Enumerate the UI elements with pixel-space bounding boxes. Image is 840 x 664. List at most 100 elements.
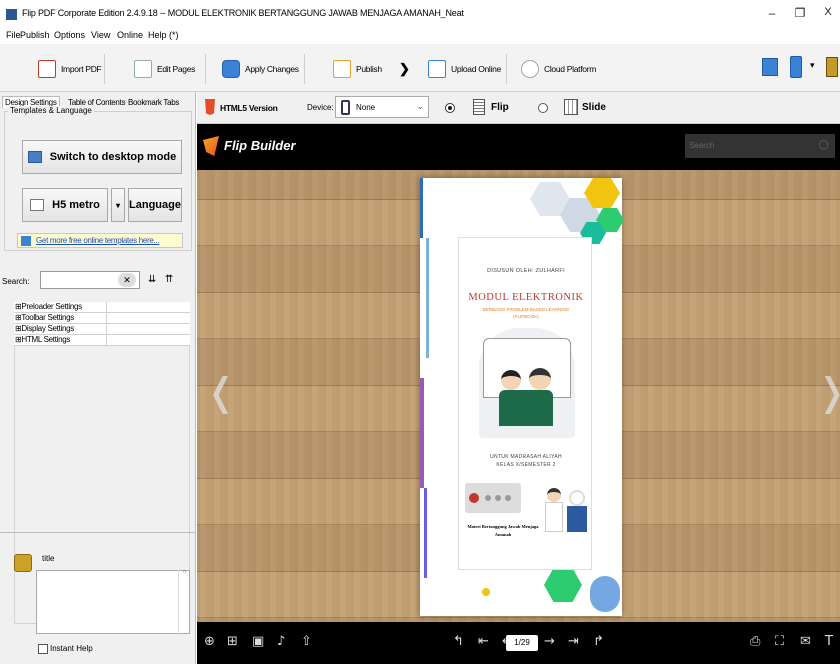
upload-online-label: Upload Online (451, 64, 501, 74)
book-icon (483, 338, 571, 398)
device-select-value: None (356, 103, 376, 112)
student-girl-icon (569, 490, 585, 506)
upload-online-button[interactable]: Upload Online (428, 58, 501, 80)
menu-bar: File Publish Options View Online Help (*… (0, 28, 840, 44)
preview-search-input[interactable]: Search ○ (685, 134, 835, 158)
share-icon[interactable]: ⇧ (301, 634, 312, 649)
instant-help-checkbox[interactable] (38, 644, 48, 654)
sort-asc-icon[interactable]: ⇈ (165, 274, 173, 285)
device-select[interactable]: None ⌄ (335, 96, 429, 118)
cover-materi1: Materi Bertanggung Jawab Menjaga (467, 524, 539, 529)
templates-group-label: Templates & Language (8, 106, 94, 115)
flipbuilder-logo-icon (203, 136, 219, 156)
student-girl-body (567, 506, 587, 532)
preloader-settings-row[interactable]: ⊞Preloader Settings (14, 302, 190, 313)
pdf-icon (38, 60, 56, 78)
fullscreen-icon[interactable]: ⛶ (775, 634, 784, 649)
display-settings-label: ⊞Display Settings (15, 324, 74, 333)
search-icon[interactable]: ○ (819, 137, 829, 151)
sound-icon[interactable]: ♪ (277, 634, 285, 649)
tab-bookmark-tabs[interactable]: Bookmark Tabs (128, 98, 179, 107)
toolbar-settings-row[interactable]: ⊞Toolbar Settings (14, 313, 190, 324)
edit-pages-button[interactable]: Edit Pages (134, 58, 195, 80)
help-icon (14, 554, 32, 572)
text-icon[interactable]: T (825, 634, 833, 649)
maximize-button[interactable]: ❐ (790, 6, 810, 20)
cover-illustration (479, 328, 575, 438)
html-settings-row[interactable]: ⊞HTML Settings (14, 335, 190, 346)
preview-search-placeholder: Search (689, 141, 715, 150)
film-icon[interactable] (826, 57, 838, 77)
help-textarea[interactable] (36, 570, 190, 634)
menu-help[interactable]: Help (*) (148, 30, 179, 40)
minimize-button[interactable]: – (762, 6, 782, 20)
edit-pages-icon (134, 60, 152, 78)
cover-subtitle2: (FLIPBOOK) (513, 314, 539, 319)
apply-changes-button[interactable]: Apply Changes (222, 58, 299, 80)
templates-group (4, 111, 192, 251)
student-boy-body (545, 502, 563, 532)
document-icon[interactable]: ▣ (252, 634, 264, 649)
boy-figure-icon (501, 370, 521, 390)
divider (0, 532, 196, 533)
redo-icon[interactable]: ↱ (593, 634, 604, 649)
close-button[interactable]: X (818, 6, 838, 18)
undo-icon[interactable]: ↰ (453, 634, 464, 649)
view-dropdown-icon[interactable]: ▾ (810, 60, 815, 71)
desktop-view-icon[interactable] (762, 58, 778, 76)
menu-file[interactable]: File (6, 30, 21, 40)
toolbar-settings-label: ⊞Toolbar Settings (15, 313, 74, 322)
slide-radio[interactable] (538, 103, 548, 113)
menu-options[interactable]: Options (54, 30, 85, 40)
menu-online[interactable]: Online (117, 30, 143, 40)
prev-page-arrow-icon[interactable]: ❬ (205, 370, 237, 414)
flip-radio[interactable] (445, 103, 455, 113)
publish-button[interactable]: Publish (333, 58, 382, 80)
switch-desktop-button[interactable]: Switch to desktop mode (22, 140, 182, 174)
next-page-arrow-icon[interactable]: ❭ (816, 370, 840, 414)
monitor-icon (27, 151, 42, 163)
brand-label: Flip Builder (224, 138, 296, 153)
flip-icon (473, 99, 485, 115)
thumbnails-icon[interactable]: ⊞ (227, 634, 238, 649)
print-icon[interactable]: ⎙ (750, 634, 760, 649)
switch-desktop-label: Switch to desktop mode (49, 151, 177, 163)
zoom-icon[interactable]: ⊕ (204, 634, 215, 649)
page-number-input[interactable]: 1/29 (506, 635, 538, 651)
edit-pages-label: Edit Pages (157, 64, 196, 74)
app-icon (6, 9, 17, 20)
import-pdf-button[interactable]: Import PDF (38, 58, 102, 80)
last-page-icon[interactable]: ⇥ (568, 634, 579, 649)
cover-author: DISUSUN OLEH: ZULHARFI (487, 268, 565, 274)
cover-subtitle1: BERBASIS PROBLEM BASED LEARNING (482, 307, 570, 312)
next-page-icon[interactable]: → (544, 634, 555, 649)
cover-title: MODUL ELEKTRONIK (468, 292, 584, 303)
mobile-view-icon[interactable] (790, 56, 802, 78)
template-dropdown-button[interactable]: ▾ (111, 188, 125, 222)
first-page-icon[interactable]: ⇤ (478, 634, 489, 649)
email-icon[interactable]: ✉ (800, 634, 811, 649)
cloud-platform-button[interactable]: Cloud Platform (521, 58, 596, 80)
girl-figure-icon (529, 368, 551, 390)
html5-icon (205, 99, 215, 115)
html-settings-label: ⊞HTML Settings (15, 335, 71, 344)
template-label: H5 metro (52, 199, 100, 211)
template-icon (30, 199, 45, 211)
more-templates-banner[interactable]: Get more free online templates here... (17, 233, 183, 248)
main-toolbar: Import PDF Edit Pages Apply Changes Publ… (0, 44, 840, 92)
flipbook-bottom-toolbar: ⊕ ⊞ ▣ ♪ ⇧ ↰ ⇤ ← 1/29 → ⇥ ↱ ⎙ ⛶ ✉ T (197, 622, 840, 664)
help-scrollbar[interactable]: ^ (178, 570, 190, 634)
video-player-icon (465, 483, 521, 513)
device-label: Device: (307, 103, 334, 112)
preloader-settings-label: ⊞Preloader Settings (15, 302, 82, 311)
display-settings-row[interactable]: ⊞Display Settings (14, 324, 190, 335)
language-button[interactable]: Language (128, 188, 182, 222)
clear-search-icon[interactable]: ✕ (118, 273, 136, 287)
menu-publish[interactable]: Publish (20, 30, 50, 40)
more-templates-link[interactable]: Get more free online templates here... (36, 236, 160, 245)
sort-desc-icon[interactable]: ⇊ (148, 274, 156, 285)
chevron-down-icon: ⌄ (416, 101, 424, 111)
menu-view[interactable]: View (91, 30, 110, 40)
help-title: title (42, 554, 55, 563)
template-button[interactable]: H5 metro (22, 188, 108, 222)
